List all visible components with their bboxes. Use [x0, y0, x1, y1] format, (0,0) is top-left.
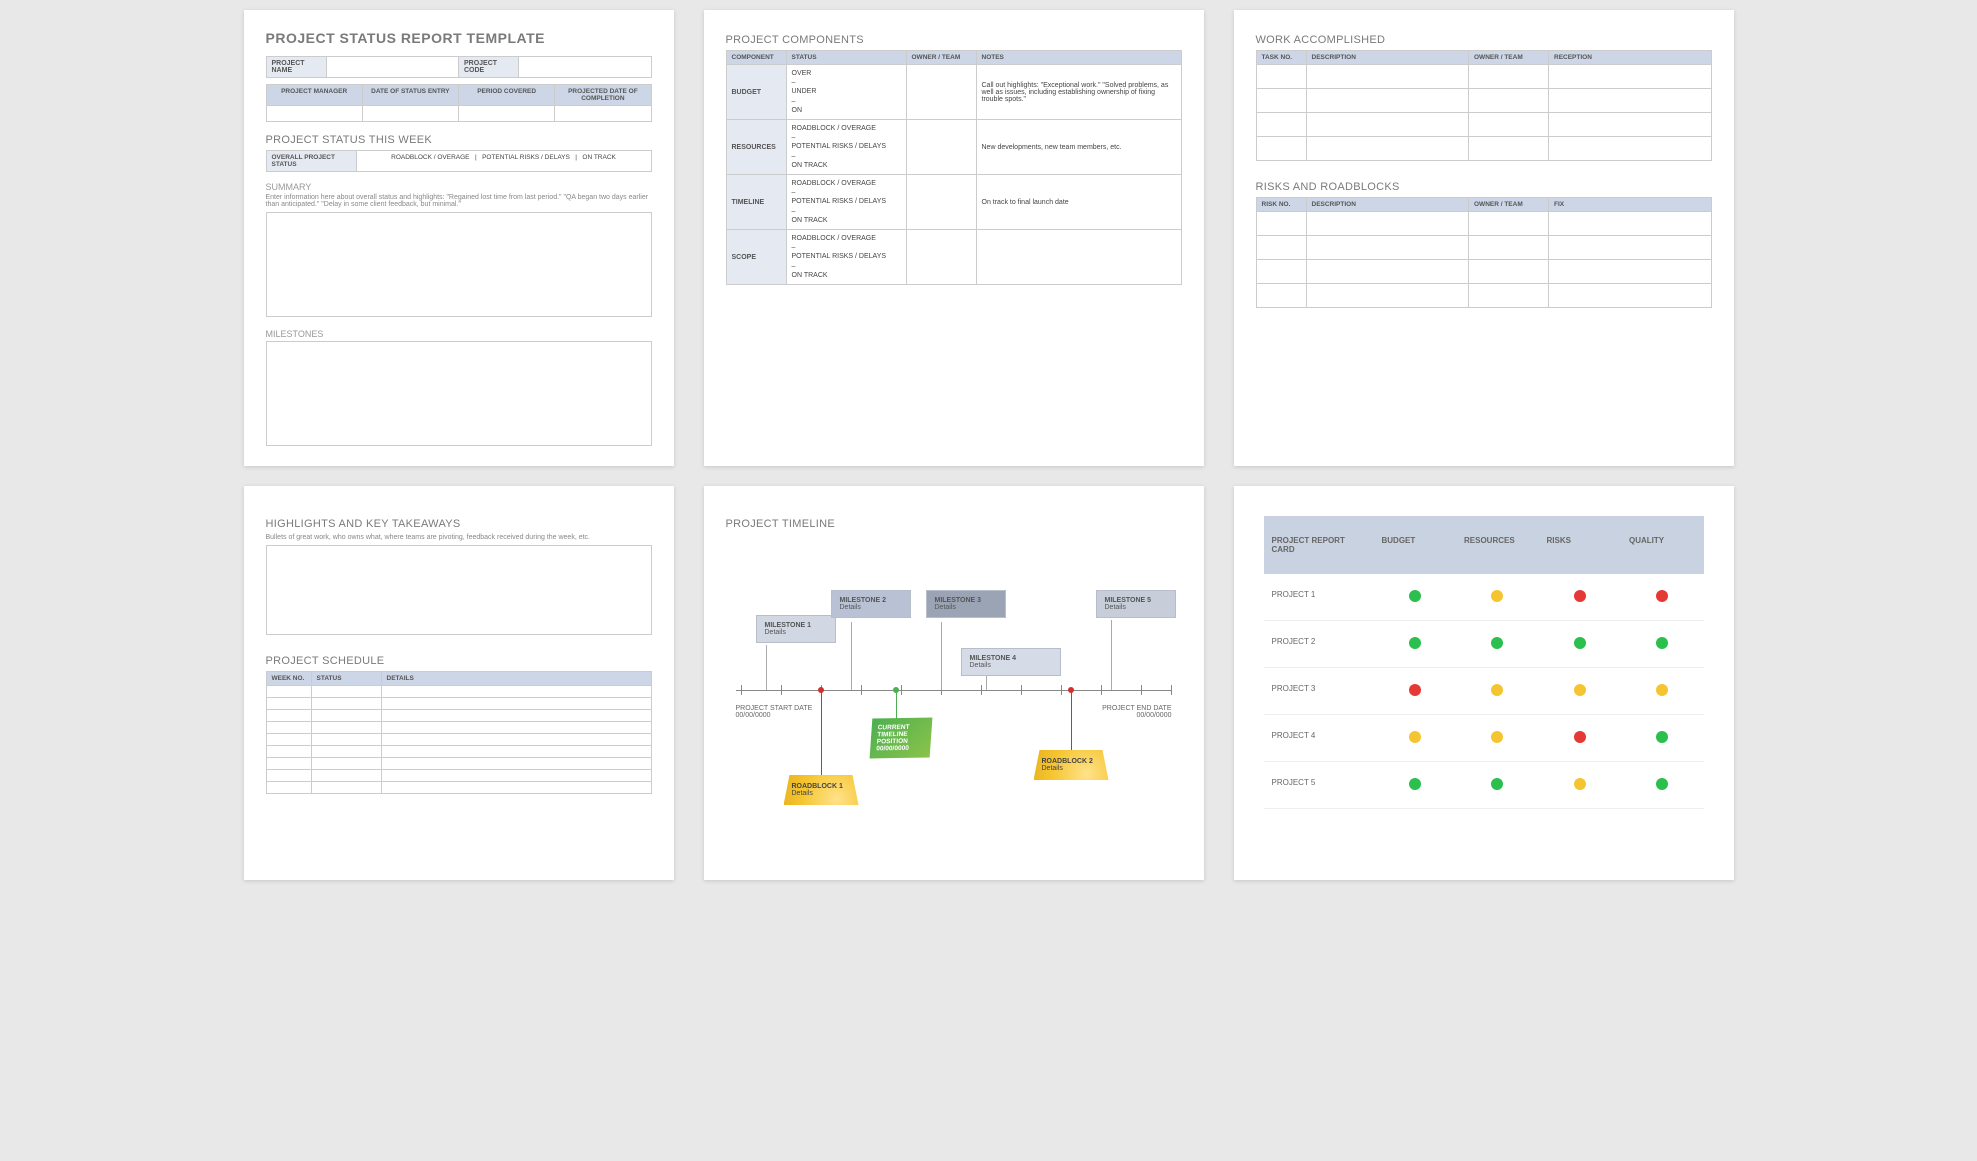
page-highlights-schedule: HIGHLIGHTS AND KEY TAKEAWAYS Bullets of …: [244, 486, 674, 880]
page-components: PROJECT COMPONENTS COMPONENT STATUS OWNE…: [704, 10, 1204, 466]
risks-title: RISKS AND ROADBLOCKS: [1256, 181, 1712, 193]
summary-hint: Enter information here about overall sta…: [266, 194, 652, 208]
components-table: COMPONENT STATUS OWNER / TEAM NOTES BUDG…: [726, 50, 1182, 285]
row-resources: RESOURCES ROADBLOCK / OVERAGE – POTENTIA…: [726, 120, 1181, 175]
overall-status-label: OVERALL PROJECT STATUS: [266, 151, 356, 172]
timeline-title: PROJECT TIMELINE: [726, 518, 1182, 530]
table-row[interactable]: [266, 746, 651, 758]
pm-header: PROJECT MANAGER: [266, 85, 362, 106]
status-light: [1491, 590, 1503, 602]
status-light: [1409, 731, 1421, 743]
status-light: [1656, 778, 1668, 790]
project-name-value[interactable]: [326, 57, 459, 78]
row-timeline: TIMELINE ROADBLOCK / OVERAGE – POTENTIAL…: [726, 175, 1181, 230]
status-light: [1574, 731, 1586, 743]
status-light: [1409, 637, 1421, 649]
projected-header: PROJECTED DATE OF COMPLETION: [555, 85, 651, 106]
page-title: PROJECT STATUS REPORT TEMPLATE: [266, 30, 652, 46]
status-light: [1574, 637, 1586, 649]
table-row[interactable]: [1256, 137, 1711, 161]
report-card-table: PROJECT REPORT CARD BUDGET RESOURCES RIS…: [1264, 516, 1704, 809]
report-row-1: PROJECT 1: [1264, 574, 1704, 621]
period-header: PERIOD COVERED: [459, 85, 555, 106]
current-position-box: CURRENT TIMELINE POSITION 00/00/0000: [869, 717, 932, 758]
status-light: [1574, 684, 1586, 696]
milestone-3-box: MILESTONE 3 Details: [926, 590, 1006, 618]
table-row[interactable]: [266, 770, 651, 782]
project-code-value[interactable]: [519, 57, 652, 78]
page-timeline: PROJECT TIMELINE MILESTONE 1 Details MIL…: [704, 486, 1204, 880]
table-row[interactable]: [1256, 260, 1711, 284]
table-row[interactable]: [266, 686, 651, 698]
status-light: [1574, 778, 1586, 790]
roadblock-1-box: ROADBLOCK 1 Details: [784, 775, 859, 805]
report-row-5: PROJECT 5: [1264, 762, 1704, 809]
highlights-title: HIGHLIGHTS AND KEY TAKEAWAYS: [266, 518, 652, 530]
project-name-label: PROJECT NAME: [266, 57, 326, 78]
status-light: [1656, 731, 1668, 743]
table-row[interactable]: [266, 758, 651, 770]
table-row[interactable]: [1256, 113, 1711, 137]
summary-box[interactable]: [266, 212, 652, 317]
schedule-title: PROJECT SCHEDULE: [266, 655, 652, 667]
page-work-risks: WORK ACCOMPLISHED TASK NO. DESCRIPTION O…: [1234, 10, 1734, 466]
highlights-box[interactable]: [266, 545, 652, 635]
status-light: [1491, 778, 1503, 790]
row-scope: SCOPE ROADBLOCK / OVERAGE – POTENTIAL RI…: [726, 230, 1181, 285]
status-light: [1409, 778, 1421, 790]
status-light: [1574, 590, 1586, 602]
milestone-5-box: MILESTONE 5 Details: [1096, 590, 1176, 618]
status-week-table: OVERALL PROJECT STATUS ROADBLOCK / OVERA…: [266, 150, 652, 172]
table-row[interactable]: [266, 698, 651, 710]
status-light: [1656, 684, 1668, 696]
status-light: [1491, 731, 1503, 743]
table-row[interactable]: [266, 710, 651, 722]
timeline-diagram: MILESTONE 1 Details MILESTONE 2 Details …: [726, 550, 1182, 860]
table-row[interactable]: [1256, 89, 1711, 113]
date-entry-header: DATE OF STATUS ENTRY: [362, 85, 458, 106]
project-code-label: PROJECT CODE: [459, 57, 519, 78]
table-row[interactable]: [266, 782, 651, 794]
work-table: TASK NO. DESCRIPTION OWNER / TEAM RECEPT…: [1256, 50, 1712, 161]
status-light: [1409, 590, 1421, 602]
end-label: PROJECT END DATE 00/00/0000: [1102, 705, 1171, 719]
milestone-2-box: MILESTONE 2 Details: [831, 590, 911, 618]
milestones-box[interactable]: [266, 341, 652, 446]
table-row[interactable]: [1256, 284, 1711, 308]
roadblock-2-box: ROADBLOCK 2 Details: [1034, 750, 1109, 780]
highlights-hint: Bullets of great work, who owns what, wh…: [266, 534, 652, 541]
status-light: [1491, 684, 1503, 696]
row-budget: BUDGET OVER – UNDER – ON Call out highli…: [726, 65, 1181, 120]
table-row[interactable]: [1256, 236, 1711, 260]
meta-table-2: PROJECT MANAGER DATE OF STATUS ENTRY PER…: [266, 84, 652, 122]
components-title: PROJECT COMPONENTS: [726, 34, 1182, 46]
table-row[interactable]: [1256, 212, 1711, 236]
start-label: PROJECT START DATE 00/00/0000: [736, 705, 813, 719]
status-light: [1409, 684, 1421, 696]
table-row[interactable]: [266, 734, 651, 746]
report-row-3: PROJECT 3: [1264, 668, 1704, 715]
work-title: WORK ACCOMPLISHED: [1256, 34, 1712, 46]
status-light: [1656, 637, 1668, 649]
table-row[interactable]: [266, 722, 651, 734]
report-row-4: PROJECT 4: [1264, 715, 1704, 762]
report-row-2: PROJECT 2: [1264, 621, 1704, 668]
milestone-4-box: MILESTONE 4 Details: [961, 648, 1061, 676]
schedule-table: WEEK NO. STATUS DETAILS: [266, 671, 652, 794]
status-light: [1656, 590, 1668, 602]
timeline-axis: [736, 690, 1172, 691]
table-row[interactable]: [1256, 65, 1711, 89]
milestone-1-box: MILESTONE 1 Details: [756, 615, 836, 643]
page-status-report: PROJECT STATUS REPORT TEMPLATE PROJECT N…: [244, 10, 674, 466]
risks-table: RISK NO. DESCRIPTION OWNER / TEAM FIX: [1256, 197, 1712, 308]
milestones-title: MILESTONES: [266, 329, 652, 339]
summary-title: SUMMARY: [266, 182, 652, 192]
status-week-title: PROJECT STATUS THIS WEEK: [266, 134, 652, 146]
meta-table-1: PROJECT NAME PROJECT CODE: [266, 56, 652, 78]
status-options[interactable]: ROADBLOCK / OVERAGE | POTENTIAL RISKS / …: [356, 151, 651, 172]
page-report-card: PROJECT REPORT CARD BUDGET RESOURCES RIS…: [1234, 486, 1734, 880]
status-light: [1491, 637, 1503, 649]
